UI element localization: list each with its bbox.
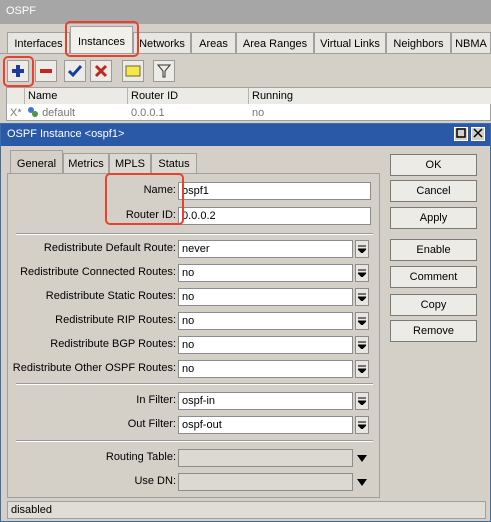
comment-icon [125, 65, 141, 77]
use-dn-select[interactable] [178, 473, 353, 491]
dropdown-button[interactable] [355, 360, 369, 378]
redistribute-other-ospf-select[interactable]: no [178, 360, 353, 378]
in-filter-label: In Filter: [136, 394, 176, 406]
close-button[interactable] [471, 127, 485, 141]
divider [16, 383, 373, 385]
column-header-running[interactable]: Running [249, 88, 491, 104]
chevron-down-icon [358, 245, 366, 253]
out-filter-select[interactable]: ospf-out [178, 416, 353, 434]
highlight-name-router-id [105, 173, 184, 225]
dropdown-button[interactable] [355, 312, 369, 330]
tab-area-ranges[interactable]: Area Ranges [236, 32, 314, 54]
chevron-down-icon [358, 397, 366, 405]
tab-mpls[interactable]: MPLS [109, 153, 151, 173]
row-name: default [42, 107, 76, 119]
window-title: OSPF [6, 5, 36, 17]
remove-icon [40, 69, 52, 73]
chevron-down-icon [358, 269, 366, 277]
cancel-button[interactable]: Cancel [390, 180, 477, 202]
disable-button[interactable] [90, 60, 112, 82]
redistribute-bgp-label: Redistribute BGP Routes: [50, 338, 176, 350]
tab-interfaces[interactable]: Interfaces [7, 32, 70, 54]
dropdown-button[interactable] [355, 416, 369, 434]
redistribute-other-ospf-label: Redistribute Other OSPF Routes: [12, 362, 176, 374]
tab-metrics[interactable]: Metrics [63, 153, 109, 173]
ok-button[interactable]: OK [390, 154, 477, 176]
redistribute-static-label: Redistribute Static Routes: [45, 290, 176, 302]
comment-button[interactable]: Comment [390, 266, 477, 288]
apply-button[interactable]: Apply [390, 207, 477, 229]
enable-button[interactable] [64, 60, 86, 82]
tab-status[interactable]: Status [151, 153, 197, 173]
tab-areas[interactable]: Areas [191, 32, 236, 54]
routing-table-label: Routing Table: [105, 451, 176, 463]
redistribute-default-select[interactable]: never [178, 240, 353, 258]
remove-button[interactable] [35, 60, 57, 82]
instances-list[interactable]: Name Router ID Running X* default 0.0.0.… [6, 87, 491, 121]
enable-button[interactable]: Enable [390, 239, 477, 261]
use-dn-dropdown[interactable] [357, 478, 367, 490]
dialog-title: OSPF Instance <ospf1> [7, 128, 125, 140]
close-icon [473, 128, 483, 138]
row-flags: X* [10, 107, 22, 119]
instance-icon [28, 107, 38, 117]
highlight-instances-tab [65, 21, 139, 57]
general-panel: Name: ospf1 Router ID: 0.0.0.2 Redistrib… [7, 173, 380, 498]
status-bar: disabled [7, 501, 486, 519]
out-filter-label: Out Filter: [127, 418, 176, 430]
triangle-down-icon [357, 479, 367, 486]
chevron-down-icon [358, 317, 366, 325]
divider [16, 440, 373, 442]
table-row[interactable]: default [25, 105, 128, 121]
row-running: no [252, 107, 265, 119]
column-header-name[interactable]: Name [25, 88, 128, 104]
dialog-title-bar: OSPF Instance <ospf1> [1, 124, 490, 146]
dropdown-button[interactable] [355, 336, 369, 354]
dropdown-button[interactable] [355, 264, 369, 282]
name-field[interactable]: ospf1 [178, 182, 371, 200]
filter-icon [157, 64, 171, 78]
tab-neighbors[interactable]: Neighbors [386, 32, 451, 54]
remove-button[interactable]: Remove [390, 320, 477, 342]
redistribute-connected-label: Redistribute Connected Routes: [20, 266, 176, 278]
chevron-down-icon [358, 293, 366, 301]
redistribute-bgp-select[interactable]: no [178, 336, 353, 354]
comment-button[interactable] [122, 60, 144, 82]
divider [16, 233, 373, 235]
tab-nbma[interactable]: NBMA [451, 32, 491, 54]
maximize-icon [456, 128, 466, 138]
redistribute-default-label: Redistribute Default Route: [43, 242, 176, 254]
tab-virtual-links[interactable]: Virtual Links [314, 32, 386, 54]
highlight-add-button [3, 56, 34, 87]
row-router-id: 0.0.0.1 [131, 107, 165, 119]
status-text: disabled [11, 504, 52, 516]
column-flags [7, 88, 25, 104]
ospf-instance-dialog: OSPF Instance <ospf1> General Metrics MP… [0, 123, 491, 522]
enable-icon [68, 65, 82, 78]
routing-table-select[interactable] [178, 449, 353, 467]
routing-table-dropdown[interactable] [357, 454, 367, 466]
redistribute-rip-label: Redistribute RIP Routes: [55, 314, 176, 326]
tab-networks[interactable]: Networks [133, 32, 191, 54]
redistribute-rip-select[interactable]: no [178, 312, 353, 330]
filter-button[interactable] [153, 60, 175, 82]
chevron-down-icon [358, 421, 366, 429]
redistribute-static-select[interactable]: no [178, 288, 353, 306]
in-filter-select[interactable]: ospf-in [178, 392, 353, 410]
triangle-down-icon [357, 455, 367, 462]
router-id-field[interactable]: 0.0.0.2 [178, 207, 371, 225]
copy-button[interactable]: Copy [390, 294, 477, 316]
column-header-router-id[interactable]: Router ID [128, 88, 249, 104]
dropdown-button[interactable] [355, 392, 369, 410]
tab-general[interactable]: General [10, 150, 63, 174]
use-dn-label: Use DN: [134, 475, 176, 487]
dropdown-button[interactable] [355, 240, 369, 258]
chevron-down-icon [358, 341, 366, 349]
chevron-down-icon [358, 365, 366, 373]
disable-icon [94, 64, 108, 78]
dropdown-button[interactable] [355, 288, 369, 306]
redistribute-connected-select[interactable]: no [178, 264, 353, 282]
maximize-button[interactable] [454, 127, 468, 141]
